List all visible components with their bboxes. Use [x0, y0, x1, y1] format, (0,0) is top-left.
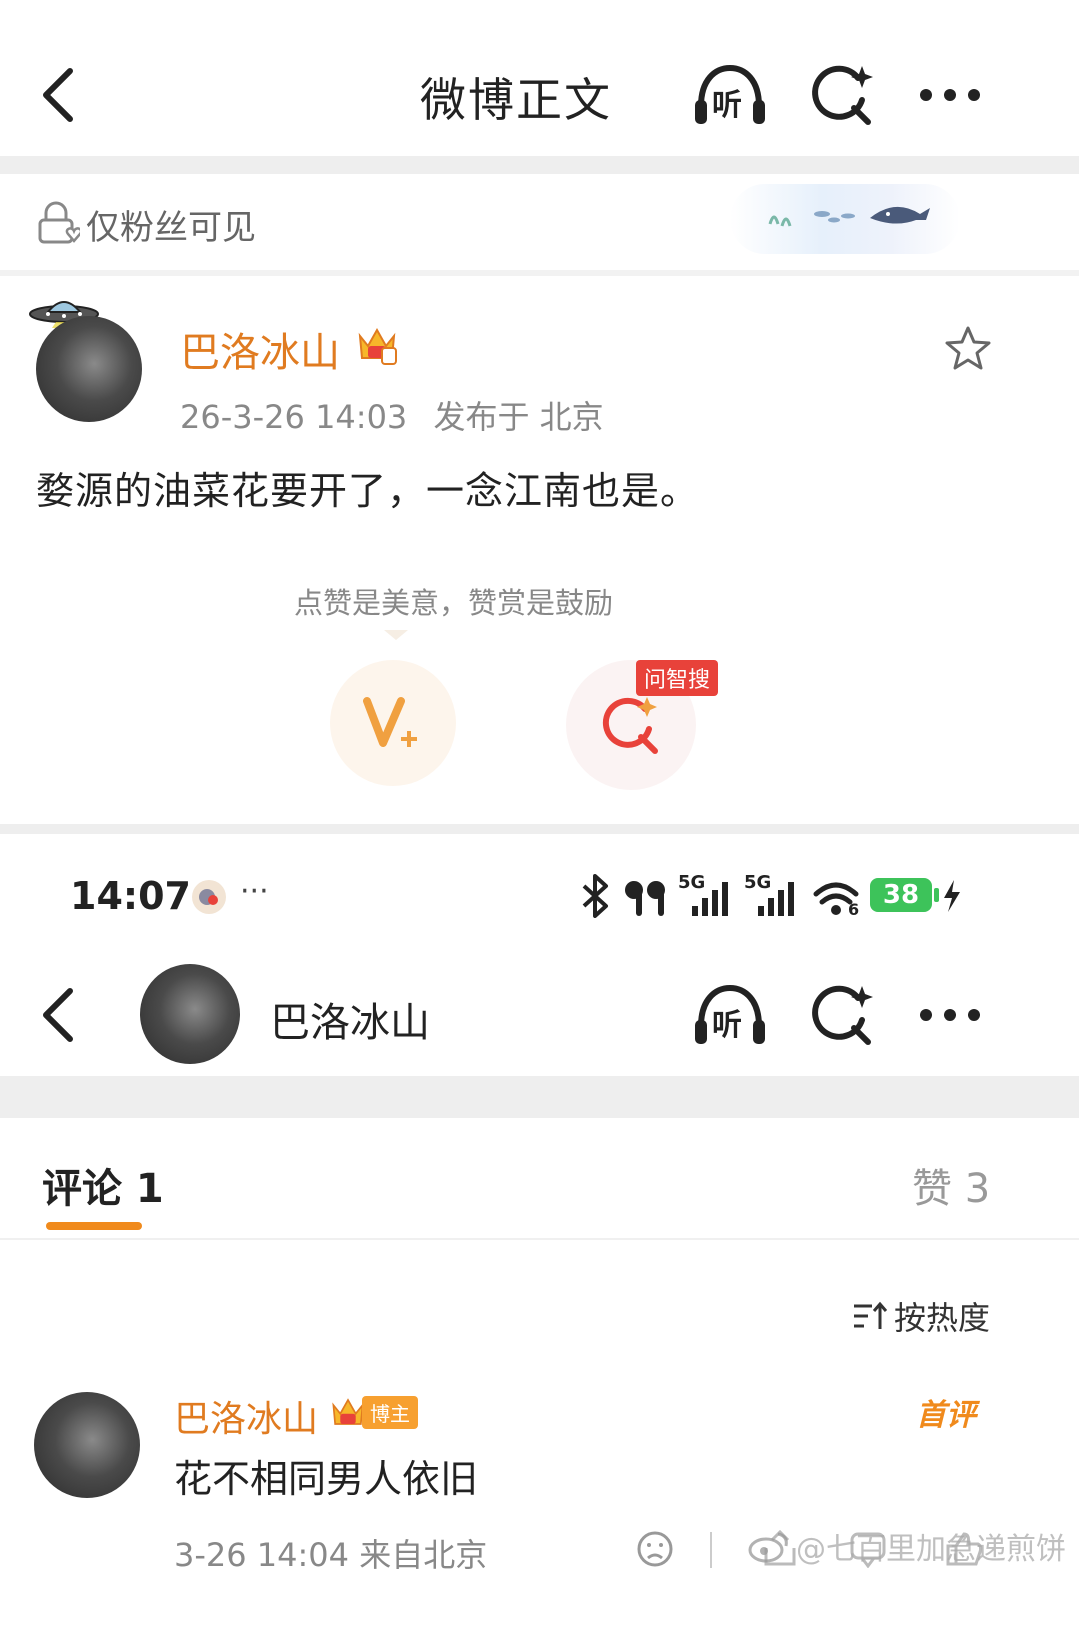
tab-comments[interactable]: 评论 1: [42, 1156, 164, 1214]
reward-hint: 点赞是美意，赞赏是鼓励: [294, 586, 614, 620]
watermark-text: @七百里加急递煎饼: [796, 1532, 1066, 1567]
action-divider: [710, 1532, 712, 1568]
bluetooth-icon: [578, 874, 614, 918]
crown-badge-icon: [332, 1398, 364, 1425]
more-icon[interactable]: [915, 70, 985, 120]
smart-search-button[interactable]: [808, 60, 878, 130]
listen-button[interactable]: 听: [690, 60, 770, 130]
post-content: 婺源的油菜花要开了，一念江南也是。: [36, 469, 700, 513]
first-comment-tag: 首评: [916, 1398, 976, 1433]
decorative-banner: [730, 184, 960, 254]
earbuds-icon: [622, 878, 672, 918]
top-header: 微博正文 听: [0, 0, 1079, 160]
profile-avatar[interactable]: [140, 964, 240, 1064]
author-badge: 博主: [330, 1392, 418, 1432]
profile-header: 巴洛冰山 听: [0, 954, 1079, 1076]
divider: [0, 156, 1079, 174]
author-badge-label: 博主: [362, 1395, 418, 1429]
profile-name[interactable]: 巴洛冰山: [270, 990, 430, 1048]
commenter-avatar[interactable]: [34, 1392, 140, 1498]
sort-icon: [854, 1301, 888, 1329]
status-more-dots: ···: [240, 874, 269, 909]
smart-search-icon: [812, 65, 873, 125]
crown-badge-icon: [356, 322, 398, 366]
lock-heart-icon: [36, 200, 83, 246]
battery-level: 38: [870, 878, 932, 912]
hint-pointer: [384, 630, 408, 640]
listen-button[interactable]: 听: [690, 980, 770, 1050]
battery-tip: [934, 888, 939, 902]
sort-label: 按热度: [894, 1299, 991, 1337]
commenter-name[interactable]: 巴洛冰山: [174, 1390, 318, 1442]
listen-label: 听: [712, 88, 742, 123]
divider: [0, 1076, 1079, 1118]
post-meta: 26-3-26 14:03 发布于 北京: [180, 392, 604, 438]
ai-search-badge: 问智搜: [636, 660, 719, 696]
sad-face-icon[interactable]: [636, 1530, 674, 1568]
post-time: 26-3-26 14:03: [180, 398, 408, 436]
page-title: 微博正文: [420, 73, 612, 127]
more-icon[interactable]: [915, 990, 985, 1040]
visibility-bar: 仅粉丝可见: [0, 174, 1079, 270]
comment-meta: 3-26 14:04 来自北京: [174, 1536, 488, 1574]
comment-text: 花不相同男人依旧: [174, 1457, 479, 1501]
smart-search-button[interactable]: [808, 980, 878, 1050]
post-location: 发布于 北京: [433, 398, 604, 436]
author-avatar-wrapper[interactable]: [28, 294, 148, 424]
comment-tabs: 评论 1 赞 3: [0, 1118, 1079, 1240]
sort-button[interactable]: 按热度: [852, 1294, 990, 1338]
signal-icon-2: [754, 876, 802, 918]
author-avatar[interactable]: [36, 316, 142, 422]
author-name[interactable]: 巴洛冰山: [180, 320, 340, 378]
visibility-label: 仅粉丝可见: [86, 208, 256, 248]
wifi-version: 6: [848, 900, 860, 919]
back-icon[interactable]: [30, 980, 86, 1050]
charging-icon: [942, 878, 962, 914]
ai-search-icon: [602, 697, 658, 754]
status-bar: 14:07 ··· 5G 5G 6 38: [0, 834, 1079, 954]
divider: [0, 270, 1079, 276]
listen-label: 听: [712, 1008, 742, 1043]
app-notification-icon: [192, 880, 226, 914]
status-time: 14:07: [70, 874, 191, 918]
reward-button[interactable]: [330, 660, 456, 786]
tab-likes[interactable]: 赞 3: [912, 1156, 990, 1214]
weibo-logo-icon: [748, 1532, 788, 1563]
v-plus-icon: [363, 697, 417, 747]
smart-search-icon: [812, 985, 873, 1045]
tab-active-indicator: [46, 1222, 142, 1230]
favorite-star-icon[interactable]: [944, 324, 992, 372]
divider: [0, 824, 1079, 834]
back-icon[interactable]: [30, 60, 86, 130]
sea-decoration-icon: [768, 206, 930, 227]
watermark: @七百里加急递煎饼: [748, 1524, 1066, 1568]
signal-icon-1: [688, 876, 736, 918]
